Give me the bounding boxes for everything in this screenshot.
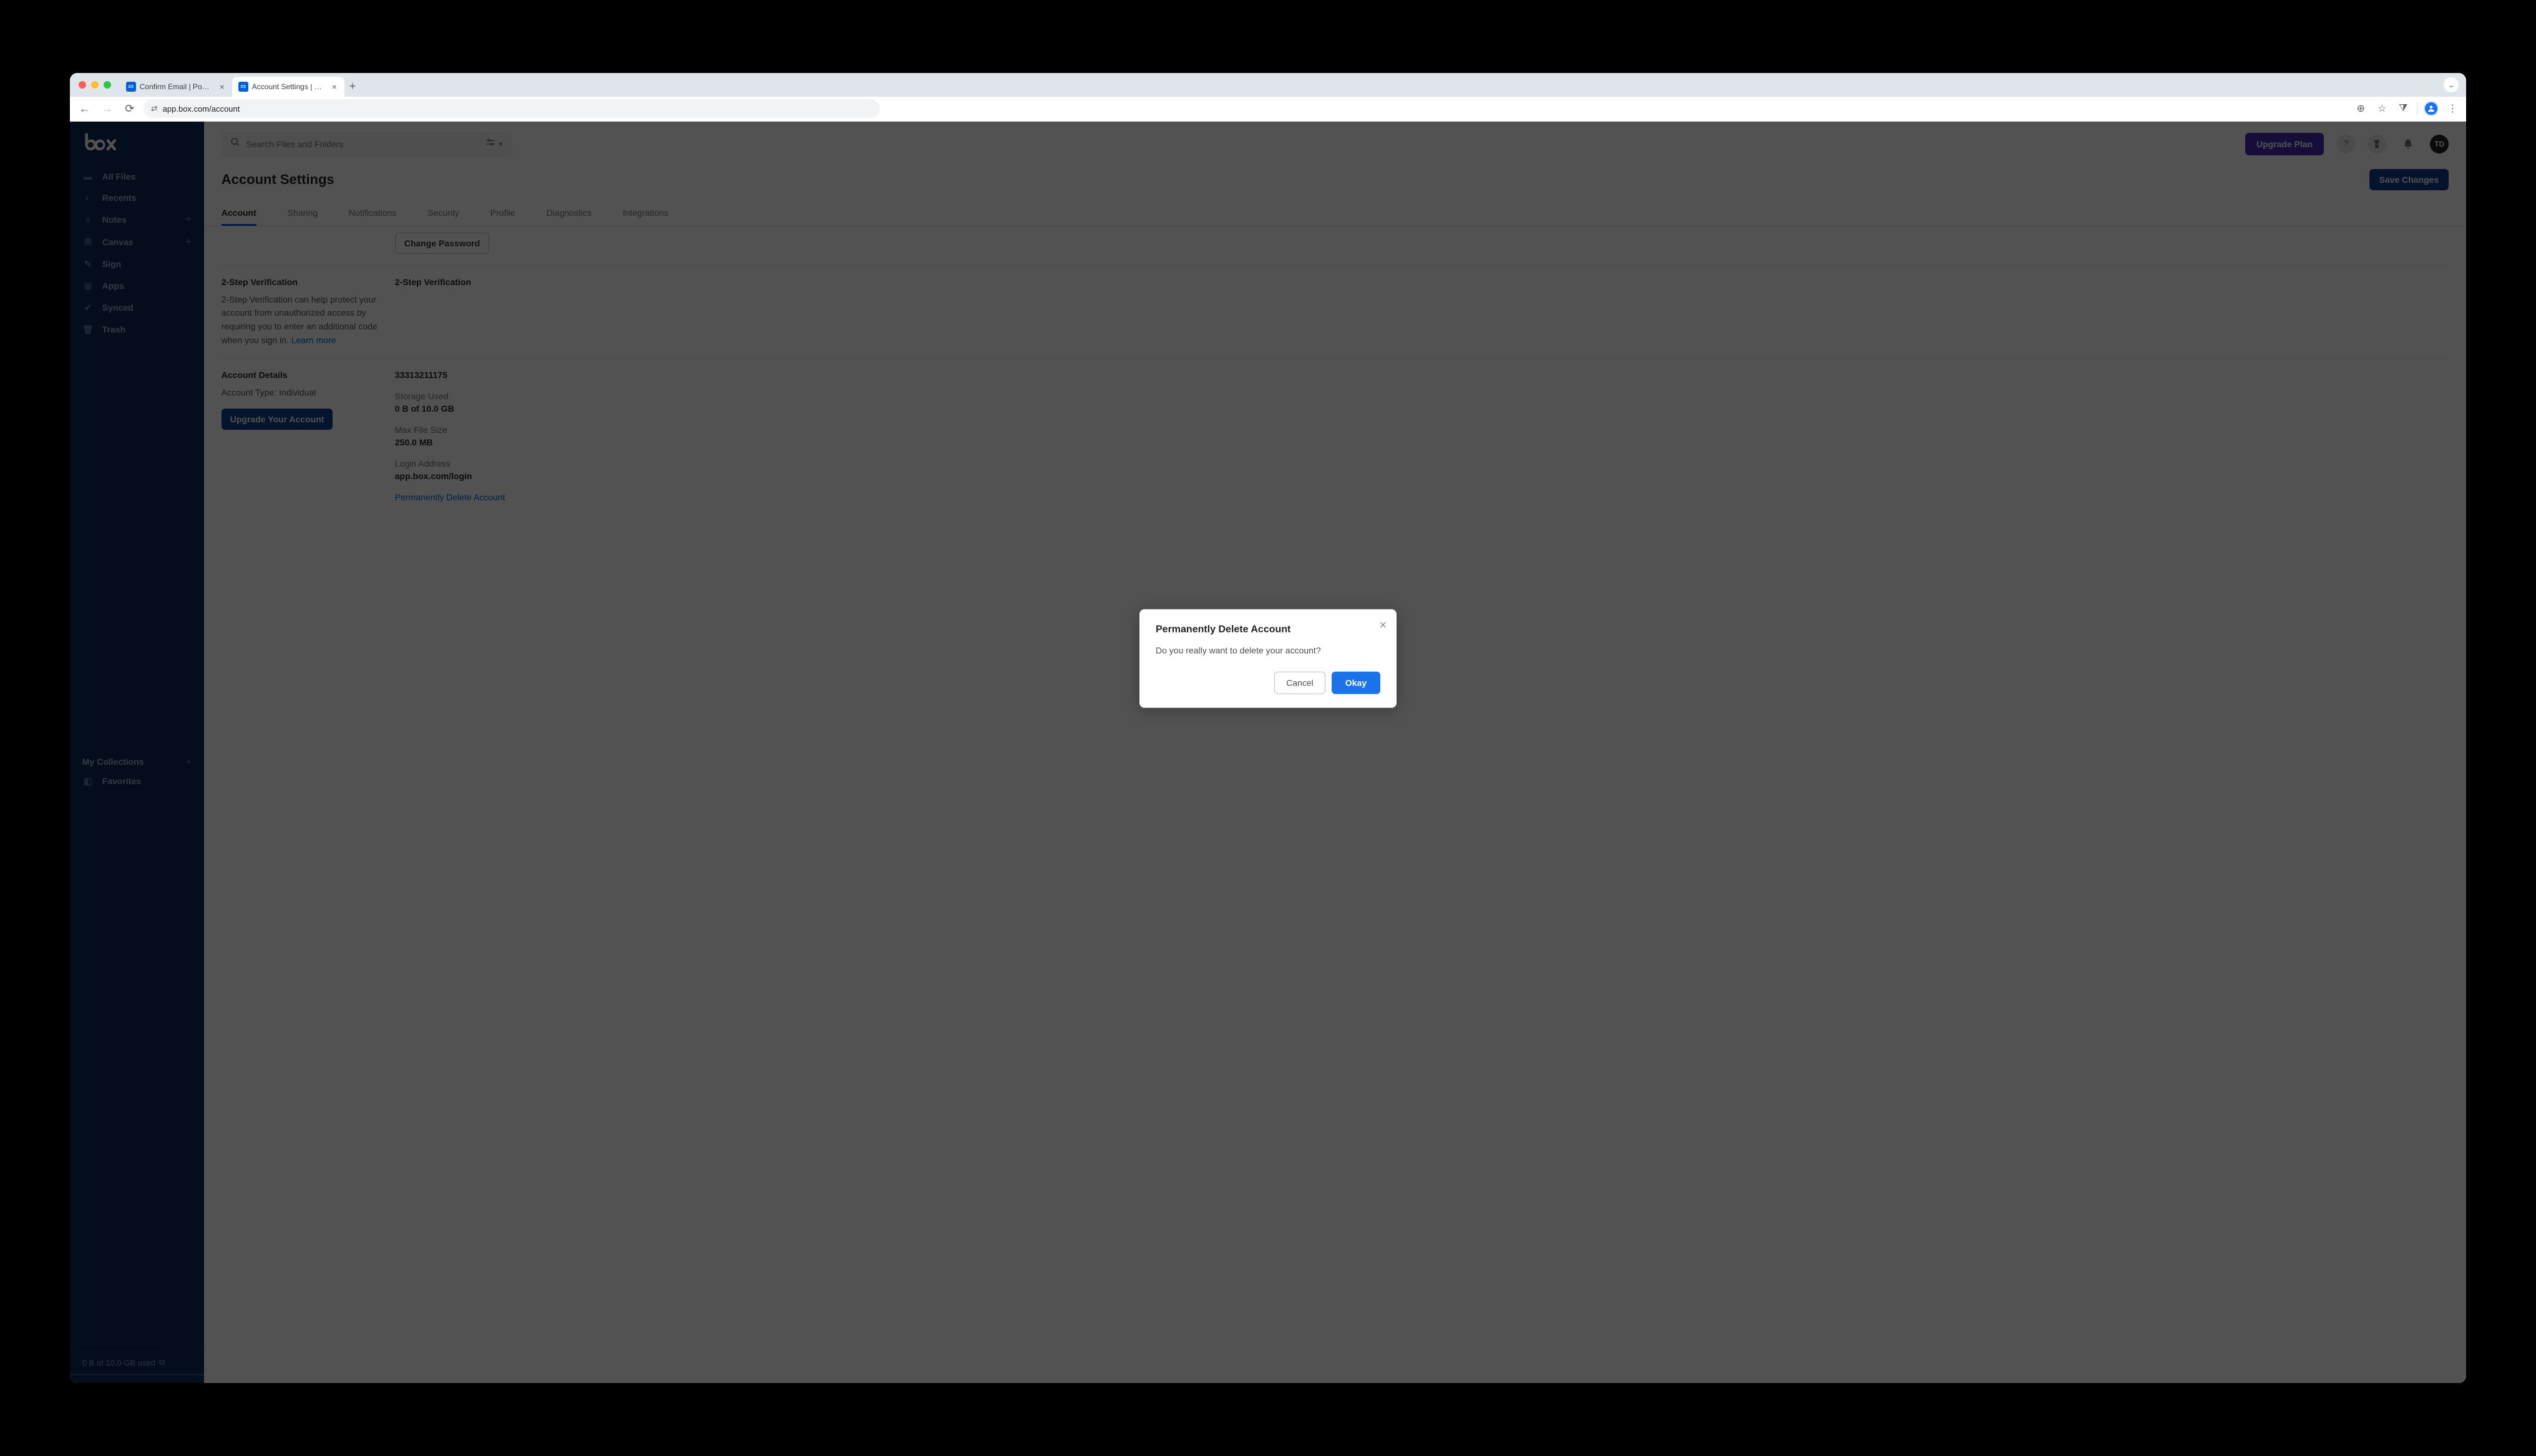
tab-title: Confirm Email | Powered by B: [140, 82, 215, 91]
bookmark-icon[interactable]: ☆: [2374, 102, 2389, 115]
url-text: app.box.com/account: [163, 104, 240, 114]
forward-button[interactable]: →: [99, 100, 116, 117]
browser-tab-0[interactable]: ▭ Confirm Email | Powered by B ×: [120, 77, 232, 97]
app-content: ▬All Files ◐Recents ≡Notes+ ⊞Canvas+ ✎Si…: [70, 122, 2466, 1384]
tabs-dropdown-button[interactable]: ⌄: [2444, 77, 2459, 92]
window-controls: [75, 81, 115, 89]
browser-toolbar: ← → ⟳ ⇄ app.box.com/account ⊕ ☆ ⧩ ⋮: [70, 97, 2466, 122]
zoom-icon[interactable]: ⊕: [2353, 102, 2368, 115]
back-button[interactable]: ←: [76, 100, 94, 117]
address-bar[interactable]: ⇄ app.box.com/account: [144, 99, 880, 118]
browser-tab-1[interactable]: ▭ Account Settings | Powered ×: [232, 77, 344, 97]
modal-close-button[interactable]: ×: [1379, 619, 1387, 632]
browser-window: ▭ Confirm Email | Powered by B × ▭ Accou…: [70, 73, 2466, 1384]
reload-button[interactable]: ⟳: [121, 100, 139, 117]
extensions-icon[interactable]: ⧩: [2396, 103, 2411, 114]
delete-account-modal: × Permanently Delete Account Do you real…: [1139, 609, 1397, 708]
modal-overlay[interactable]: [70, 122, 2466, 1384]
browser-profile-button[interactable]: [2424, 101, 2439, 116]
browser-menu-icon[interactable]: ⋮: [2445, 102, 2460, 115]
close-icon[interactable]: ×: [331, 82, 338, 92]
window-minimize-button[interactable]: [91, 81, 99, 89]
cancel-button[interactable]: Cancel: [1274, 672, 1325, 694]
browser-tabs: ▭ Confirm Email | Powered by B × ▭ Accou…: [120, 73, 2439, 97]
window-maximize-button[interactable]: [104, 81, 111, 89]
site-settings-icon[interactable]: ⇄: [151, 104, 158, 114]
close-icon[interactable]: ×: [218, 82, 226, 92]
box-favicon: ▭: [238, 82, 248, 92]
new-tab-button[interactable]: +: [344, 80, 361, 93]
modal-title: Permanently Delete Account: [1156, 624, 1380, 636]
modal-body-text: Do you really want to delete your accoun…: [1156, 646, 1380, 656]
box-favicon: ▭: [126, 82, 136, 92]
tab-title: Account Settings | Powered: [252, 82, 327, 91]
window-close-button[interactable]: [79, 81, 86, 89]
browser-tab-bar: ▭ Confirm Email | Powered by B × ▭ Accou…: [70, 73, 2466, 97]
okay-button[interactable]: Okay: [1332, 672, 1380, 694]
modal-actions: Cancel Okay: [1156, 672, 1380, 694]
